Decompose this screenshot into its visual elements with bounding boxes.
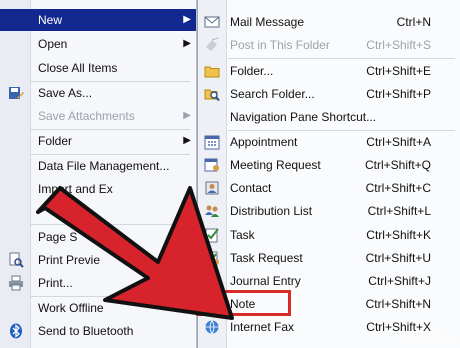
watermark-wiki: wiki (401, 330, 427, 345)
watermark-how: How (426, 330, 454, 345)
pointer-arrow-icon (36, 186, 234, 320)
watermark: wikiHow (402, 330, 454, 345)
